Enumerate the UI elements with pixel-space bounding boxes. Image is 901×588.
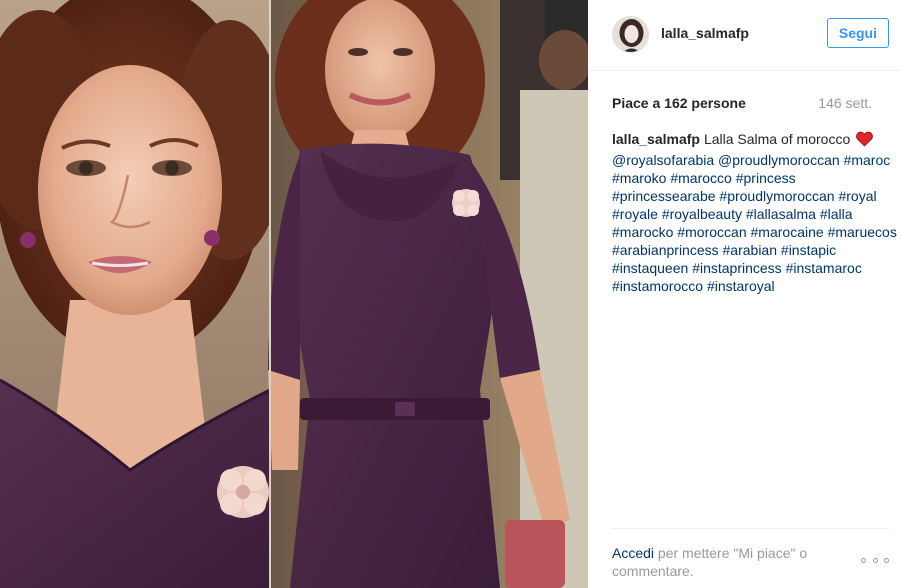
hashtag-link[interactable]: #moroccan — [677, 224, 746, 240]
caption-text: Lalla Salma of morocco — [703, 131, 851, 147]
post-timestamp[interactable]: 146 sett. — [818, 95, 872, 111]
hashtag-link[interactable]: #royalbeauty — [662, 206, 742, 222]
post-footer: Accedi per mettere "Mi piace" o commenta… — [612, 528, 889, 580]
hashtag-link[interactable]: #maroko — [612, 170, 666, 186]
dot-icon — [872, 557, 878, 563]
caption-hashtags: @royalsofarabia @proudlymoroccan #maroc … — [612, 152, 897, 294]
hashtag-link[interactable]: #arabianprincess — [612, 242, 719, 258]
post-photo[interactable] — [0, 0, 588, 588]
hashtag-link[interactable]: #princess — [736, 170, 796, 186]
avatar-image — [613, 17, 648, 52]
dot-icon — [861, 557, 866, 563]
hashtag-link[interactable]: #instamaroc — [786, 260, 862, 276]
hashtag-link[interactable]: #instaqueen — [612, 260, 688, 276]
follow-button[interactable]: Segui — [826, 18, 889, 48]
author-username[interactable]: lalla_salmafp — [661, 25, 749, 41]
post-header: lalla_salmafp Segui — [588, 0, 901, 71]
caption: lalla_salmafp Lalla Salma of morocco @roy… — [612, 130, 901, 295]
more-options-icon[interactable] — [861, 553, 889, 567]
hashtag-link[interactable]: #maruecos — [828, 224, 897, 240]
heart-icon — [856, 131, 874, 151]
instagram-post: lalla_salmafp Segui Piace a 162 persone … — [0, 0, 901, 588]
collage-image — [0, 0, 588, 588]
hashtag-link[interactable]: #lallasalma — [746, 206, 816, 222]
post-side-panel: lalla_salmafp Segui Piace a 162 persone … — [588, 0, 901, 588]
likes-row: Piace a 162 persone 146 sett. — [612, 93, 872, 113]
hashtag-link[interactable]: #marocaine — [751, 224, 824, 240]
avatar[interactable] — [612, 16, 649, 53]
hashtag-link[interactable]: #royal — [838, 188, 876, 204]
login-link[interactable]: Accedi — [612, 545, 654, 561]
hashtag-link[interactable]: #marocco — [670, 170, 731, 186]
hashtag-link[interactable]: #marocko — [612, 224, 673, 240]
mention-link[interactable]: @proudlymoroccan — [718, 152, 840, 168]
hashtag-link[interactable]: #arabian — [723, 242, 778, 258]
mention-link[interactable]: @royalsofarabia — [612, 152, 714, 168]
likes-count[interactable]: Piace a 162 persone — [612, 95, 746, 111]
hashtag-link[interactable]: #royale — [612, 206, 658, 222]
hashtag-link[interactable]: #instaprincess — [692, 260, 782, 276]
hashtag-link[interactable]: #lalla — [820, 206, 853, 222]
caption-username[interactable]: lalla_salmafp — [612, 131, 700, 147]
dot-icon — [884, 557, 889, 563]
hashtag-link[interactable]: #instaroyal — [707, 278, 775, 294]
hashtag-link[interactable]: #maroc — [844, 152, 891, 168]
login-prompt: Accedi per mettere "Mi piace" o commenta… — [612, 544, 852, 580]
hashtag-link[interactable]: #princessearabe — [612, 188, 716, 204]
hashtag-link[interactable]: #proudlymoroccan — [719, 188, 834, 204]
hashtag-link[interactable]: #instamorocco — [612, 278, 703, 294]
hashtag-link[interactable]: #instapic — [781, 242, 836, 258]
